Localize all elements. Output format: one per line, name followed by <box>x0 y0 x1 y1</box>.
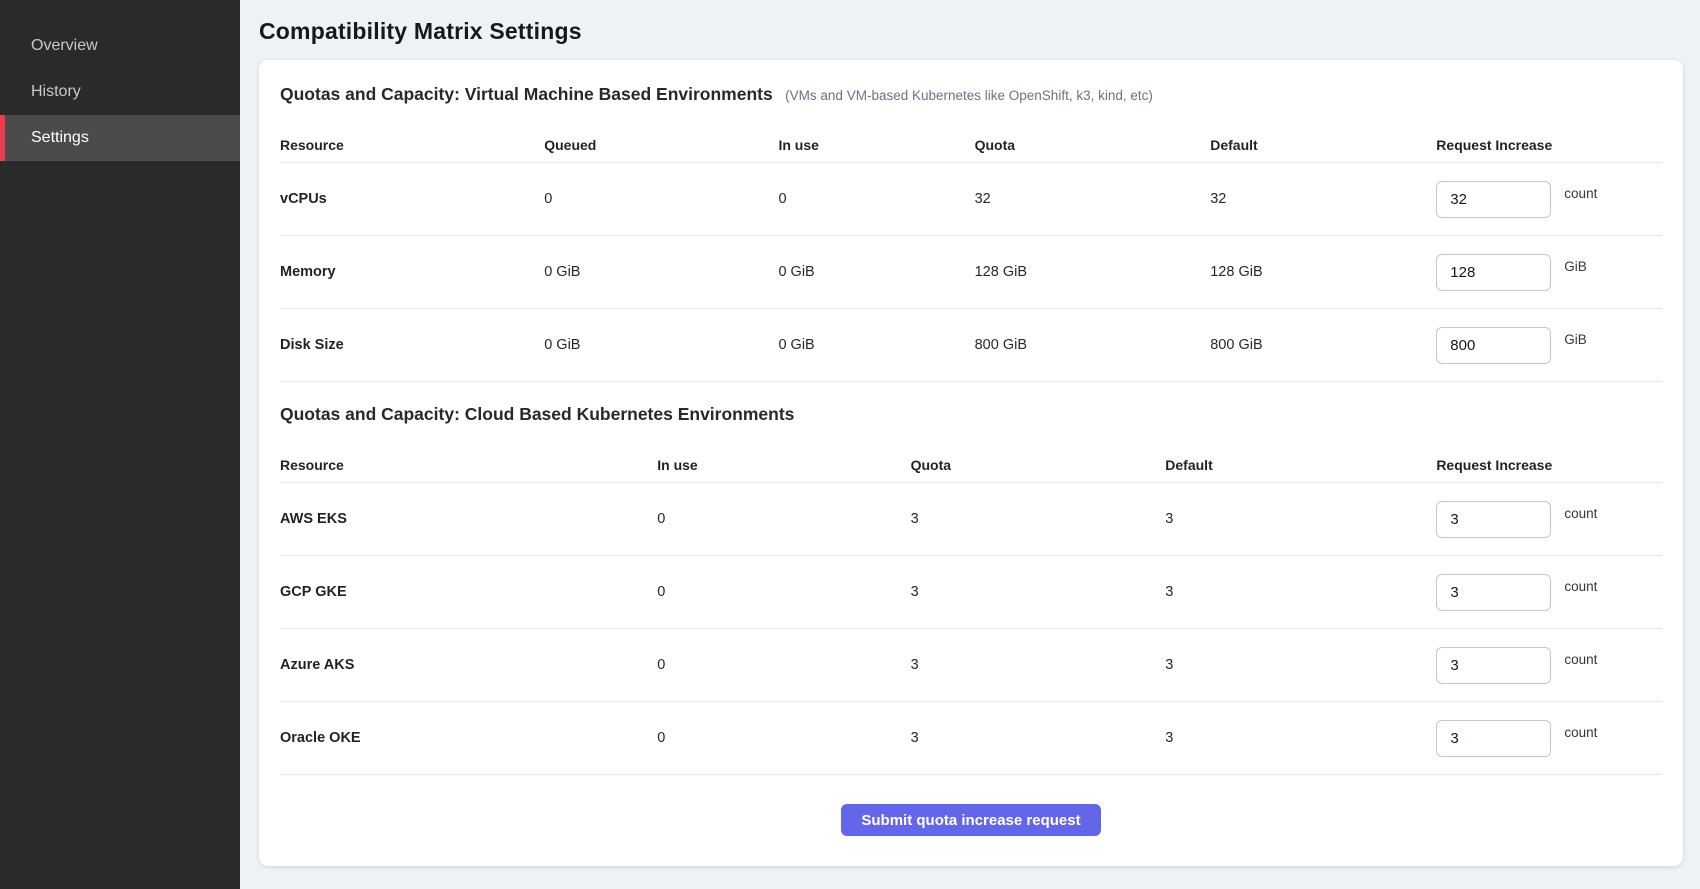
resource-label: GCP GKE <box>280 584 657 600</box>
oracle-oke-request-input[interactable] <box>1436 720 1551 757</box>
queued-value: 0 GiB <box>544 264 778 280</box>
request-increase-cell: count <box>1436 720 1642 757</box>
resource-label: AWS EKS <box>280 511 657 527</box>
request-increase-cell: count <box>1436 501 1642 538</box>
default-value: 3 <box>1165 730 1436 746</box>
quota-value: 3 <box>911 730 1166 746</box>
request-increase-cell: GiB <box>1436 254 1642 291</box>
azure-aks-request-input[interactable] <box>1436 647 1551 684</box>
cloud-table-header-row: Resource In use Quota Default Request In… <box>280 447 1662 483</box>
main-content: Compatibility Matrix Settings Quotas and… <box>240 0 1700 889</box>
memory-request-input[interactable] <box>1436 254 1551 291</box>
vm-section-title: Quotas and Capacity: Virtual Machine Bas… <box>280 84 773 104</box>
in-use-value: 0 <box>657 730 910 746</box>
unit-label: count <box>1564 652 1597 667</box>
column-header-queued: Queued <box>544 137 778 153</box>
page-title: Compatibility Matrix Settings <box>259 18 1683 45</box>
table-row-oracle-oke: Oracle OKE 0 3 3 count <box>280 702 1662 775</box>
table-row-gcp-gke: GCP GKE 0 3 3 count <box>280 556 1662 629</box>
default-value: 3 <box>1165 584 1436 600</box>
unit-label: count <box>1564 506 1597 521</box>
table-row-aws-eks: AWS EKS 0 3 3 count <box>280 483 1662 556</box>
disk-size-request-input[interactable] <box>1436 327 1551 364</box>
submit-quota-increase-button[interactable]: Submit quota increase request <box>841 804 1100 836</box>
column-header-default: Default <box>1210 137 1436 153</box>
vm-section-header: Quotas and Capacity: Virtual Machine Bas… <box>280 84 1662 105</box>
default-value: 32 <box>1210 191 1436 207</box>
quota-value: 3 <box>911 511 1166 527</box>
table-row-memory: Memory 0 GiB 0 GiB 128 GiB 128 GiB GiB <box>280 236 1662 309</box>
column-header-default: Default <box>1165 457 1436 473</box>
column-header-request-increase: Request Increase <box>1436 137 1642 153</box>
table-row-azure-aks: Azure AKS 0 3 3 count <box>280 629 1662 702</box>
sidebar-item-history[interactable]: History <box>0 69 240 115</box>
request-increase-cell: GiB <box>1436 327 1642 364</box>
vm-table-header-row: Resource Queued In use Quota Default Req… <box>280 127 1662 163</box>
vcpus-request-input[interactable] <box>1436 181 1551 218</box>
resource-label: Azure AKS <box>280 657 657 673</box>
quota-value: 128 GiB <box>975 264 1211 280</box>
sidebar-item-overview[interactable]: Overview <box>0 23 240 69</box>
settings-card: Quotas and Capacity: Virtual Machine Bas… <box>259 60 1683 866</box>
column-header-request-increase: Request Increase <box>1436 457 1642 473</box>
in-use-value: 0 <box>657 511 910 527</box>
unit-label: count <box>1564 186 1597 201</box>
unit-label: GiB <box>1564 332 1587 347</box>
quota-value: 3 <box>911 584 1166 600</box>
aws-eks-request-input[interactable] <box>1436 501 1551 538</box>
sidebar-item-settings[interactable]: Settings <box>0 115 240 161</box>
table-row-disk-size: Disk Size 0 GiB 0 GiB 800 GiB 800 GiB Gi… <box>280 309 1662 382</box>
unit-label: count <box>1564 725 1597 740</box>
vm-quota-table: Resource Queued In use Quota Default Req… <box>280 127 1662 382</box>
in-use-value: 0 <box>778 191 974 207</box>
column-header-in-use: In use <box>657 457 910 473</box>
in-use-value: 0 <box>657 657 910 673</box>
resource-label: vCPUs <box>280 191 544 207</box>
resource-label: Oracle OKE <box>280 730 657 746</box>
table-row-vcpus: vCPUs 0 0 32 32 count <box>280 163 1662 236</box>
vm-section-subtitle: (VMs and VM-based Kubernetes like OpenSh… <box>785 88 1153 103</box>
request-increase-cell: count <box>1436 647 1642 684</box>
unit-label: count <box>1564 579 1597 594</box>
gcp-gke-request-input[interactable] <box>1436 574 1551 611</box>
in-use-value: 0 <box>657 584 910 600</box>
request-increase-cell: count <box>1436 574 1642 611</box>
column-header-quota: Quota <box>975 137 1211 153</box>
default-value: 128 GiB <box>1210 264 1436 280</box>
resource-label: Disk Size <box>280 337 544 353</box>
resource-label: Memory <box>280 264 544 280</box>
footer-row: Submit quota increase request <box>280 775 1662 836</box>
default-value: 800 GiB <box>1210 337 1436 353</box>
quota-value: 800 GiB <box>975 337 1211 353</box>
default-value: 3 <box>1165 657 1436 673</box>
in-use-value: 0 GiB <box>778 337 974 353</box>
column-header-quota: Quota <box>911 457 1166 473</box>
column-header-resource: Resource <box>280 137 544 153</box>
queued-value: 0 <box>544 191 778 207</box>
cloud-quota-table: Resource In use Quota Default Request In… <box>280 447 1662 775</box>
quota-value: 3 <box>911 657 1166 673</box>
queued-value: 0 GiB <box>544 337 778 353</box>
column-header-in-use: In use <box>778 137 974 153</box>
cloud-section-header: Quotas and Capacity: Cloud Based Kuberne… <box>280 404 1662 425</box>
sidebar: Overview History Settings <box>0 0 240 889</box>
request-increase-cell: count <box>1436 181 1642 218</box>
unit-label: GiB <box>1564 259 1587 274</box>
column-header-resource: Resource <box>280 457 657 473</box>
cloud-section-title: Quotas and Capacity: Cloud Based Kuberne… <box>280 404 794 424</box>
default-value: 3 <box>1165 511 1436 527</box>
quota-value: 32 <box>975 191 1211 207</box>
in-use-value: 0 GiB <box>778 264 974 280</box>
